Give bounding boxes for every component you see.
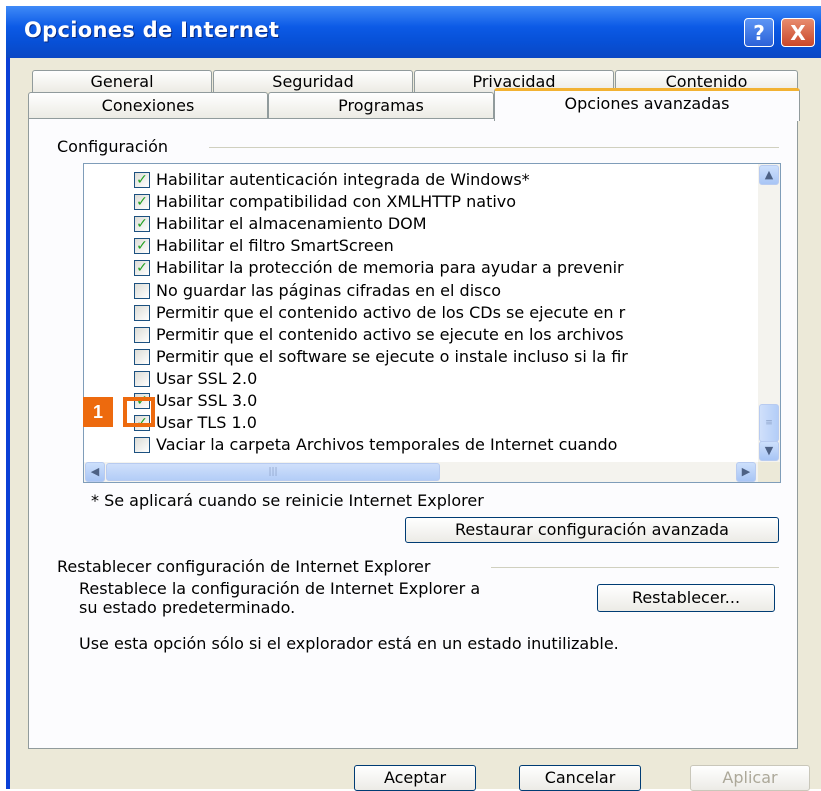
reset-group-divider — [491, 567, 779, 568]
setting-checkbox[interactable] — [134, 304, 150, 321]
settings-listbox[interactable]: ✓ Habilitar autenticación integrada de Wi… — [83, 163, 781, 483]
checkmark-icon: ✓ — [136, 172, 148, 188]
setting-label[interactable]: Habilitar la protección de memoria para … — [156, 258, 624, 280]
setting-label[interactable]: Habilitar compatibilidad con XMLHTTP nat… — [156, 192, 516, 214]
scroll-right-icon[interactable]: ▶ — [736, 462, 756, 482]
settings-group-divider — [209, 147, 779, 148]
vertical-scroll-thumb[interactable]: ≡ — [759, 404, 779, 442]
setting-checkbox[interactable]: ✓ — [134, 260, 150, 277]
setting-label[interactable]: Usar TLS 1.0 — [156, 413, 257, 435]
checkmark-icon: ✓ — [136, 260, 148, 277]
help-button[interactable]: ? — [744, 18, 774, 47]
setting-label[interactable]: Permitir que el software se ejecute o in… — [156, 347, 628, 369]
tab-programas[interactable]: Programas — [268, 92, 494, 118]
setting-checkbox[interactable] — [134, 348, 150, 365]
checkmark-icon: ✓ — [136, 194, 148, 211]
setting-checkbox[interactable] — [134, 437, 150, 454]
reset-group-label: Restablecer configuración de Internet Ex… — [57, 557, 441, 576]
horizontal-scrollbar[interactable]: ◀ ||| ▶ — [84, 462, 758, 482]
setting-label[interactable]: Usar SSL 2.0 — [156, 369, 257, 391]
reset-button[interactable]: Restablecer... — [597, 584, 775, 612]
scroll-down-icon[interactable]: ▼ — [759, 441, 779, 461]
checkmark-icon: ✓ — [136, 238, 148, 255]
apply-button[interactable]: Aplicar — [690, 765, 810, 791]
setting-checkbox[interactable]: ✓ — [134, 194, 150, 211]
setting-checkbox[interactable] — [134, 370, 150, 387]
scroll-up-icon[interactable]: ▲ — [759, 165, 779, 185]
setting-label[interactable]: Permitir que el contenido activo de los … — [156, 303, 625, 325]
tab-seguridad[interactable]: Seguridad — [213, 70, 413, 92]
reset-description-line2: su estado predeterminado. — [79, 598, 296, 617]
advanced-options-panel: Configuración ✓ Habilitar autenticación i… — [28, 118, 798, 749]
setting-checkbox[interactable]: ✓ — [134, 238, 150, 255]
close-button[interactable]: X — [781, 18, 815, 47]
title-bar[interactable]: Opciones de Internet ? X — [6, 6, 821, 58]
reset-description-line1: Restablece la configuración de Internet … — [79, 579, 481, 598]
step-number-badge: 1 — [83, 397, 113, 427]
tab-general[interactable]: General — [32, 70, 212, 92]
setting-label[interactable]: Habilitar el almacenamiento DOM — [156, 214, 427, 236]
setting-label[interactable]: Vaciar la carpeta Archivos temporales de… — [156, 435, 617, 457]
tab-opciones-avanzadas[interactable]: Opciones avanzadas — [494, 88, 800, 121]
setting-label[interactable]: No guardar las páginas cifradas en el di… — [156, 281, 501, 303]
ok-button[interactable]: Aceptar — [354, 765, 476, 791]
cancel-button[interactable]: Cancelar — [519, 765, 641, 791]
step-highlight-box — [123, 397, 155, 427]
setting-checkbox[interactable]: ✓ — [134, 216, 150, 233]
tab-conexiones[interactable]: Conexiones — [28, 92, 268, 118]
setting-checkbox[interactable] — [134, 326, 150, 343]
vertical-scrollbar[interactable]: ▲ ≡ ▼ — [758, 164, 780, 462]
window-title: Opciones de Internet — [24, 18, 280, 42]
horizontal-scroll-thumb[interactable]: ||| — [106, 463, 440, 481]
setting-label[interactable]: Usar SSL 3.0 — [156, 391, 257, 413]
checkmark-icon: ✓ — [136, 216, 148, 233]
setting-label[interactable]: Permitir que el contenido activo se ejec… — [156, 325, 624, 347]
scroll-left-icon[interactable]: ◀ — [85, 462, 105, 482]
setting-checkbox[interactable] — [134, 282, 150, 299]
setting-label[interactable]: Habilitar el filtro SmartScreen — [156, 236, 394, 258]
restart-footnote: * Se aplicará cuando se reinicie Interne… — [91, 491, 484, 510]
settings-group-label: Configuración — [57, 137, 179, 156]
reset-note: Use esta opción sólo si el explorador es… — [79, 634, 619, 653]
scrollbar-corner — [758, 462, 780, 482]
setting-label[interactable]: Habilitar autenticación integrada de Win… — [156, 170, 530, 192]
setting-checkbox[interactable]: ✓ — [134, 172, 150, 188]
restore-advanced-button[interactable]: Restaurar configuración avanzada — [405, 517, 779, 543]
